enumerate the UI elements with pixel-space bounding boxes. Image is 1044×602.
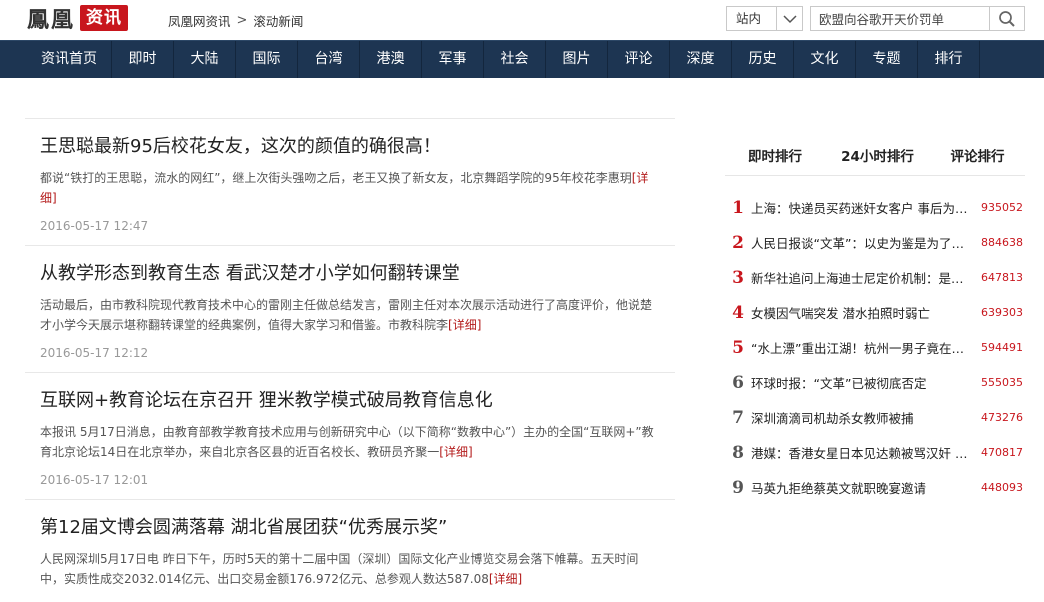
news-title[interactable]: 互联网+教育论坛在京召开 狸米教学模式破局教育信息化	[40, 387, 675, 417]
nav-item-pictures[interactable]: 图片	[546, 41, 608, 78]
ranking-item[interactable]: 9 马英九拒绝蔡英文就职晚宴邀请 448093	[725, 470, 1025, 505]
ranking-item[interactable]: 2 人民日报谈“文革”：以史为鉴是为了更好前进 884638	[725, 225, 1025, 260]
nav-item-international[interactable]: 国际	[236, 41, 298, 78]
rank-count: 594491	[981, 341, 1023, 354]
logo-brand: 鳳凰	[27, 7, 76, 33]
tab-comment-ranking[interactable]: 评论排行	[930, 138, 1025, 175]
ifeng-logo[interactable]: 鳳凰 资讯	[27, 4, 129, 33]
nav-item-taiwan[interactable]: 台湾	[298, 41, 360, 78]
search-scope-select[interactable]: 站内	[726, 6, 803, 31]
breadcrumb-separator: >	[236, 13, 248, 28]
search-button[interactable]	[989, 7, 1024, 30]
nav-item-depth[interactable]: 深度	[670, 41, 732, 78]
ranking-item[interactable]: 6 环球时报：“文革”已被彻底否定 555035	[725, 365, 1025, 400]
news-summary: 活动最后，由市教科院现代教育技术中心的雷刚主任做总结发言，雷刚主任对本次展示活动…	[40, 295, 660, 335]
news-title[interactable]: 第12届文博会圆满落幕 湖北省展团获“优秀展示奖”	[40, 514, 675, 544]
rank-count: 647813	[981, 271, 1023, 284]
rank-title[interactable]: 人民日报谈“文革”：以史为鉴是为了更好前进	[751, 233, 969, 252]
breadcrumb-current[interactable]: 滚动新闻	[253, 11, 303, 30]
rank-count: 884638	[981, 236, 1023, 249]
nav-item-society[interactable]: 社会	[484, 41, 546, 78]
rank-number: 6	[732, 372, 744, 393]
news-title[interactable]: 王思聪最新95后校花女友，这次的颜值的确很高！	[40, 133, 675, 163]
rank-title[interactable]: “水上漂”重出江湖！杭州一男子竟在水上行走	[751, 338, 969, 357]
rank-number: 3	[732, 267, 744, 288]
news-item: 从教学形态到教育生态 看武汉楚才小学如何翻转课堂 活动最后，由市教科院现代教育技…	[25, 245, 675, 372]
nav-item-mainland[interactable]: 大陆	[174, 41, 236, 78]
news-item: 王思聪最新95后校花女友，这次的颜值的确很高！ 都说“铁打的王思聪，流水的网红”…	[25, 118, 675, 245]
rank-title[interactable]: 环球时报：“文革”已被彻底否定	[751, 373, 969, 392]
news-detail-link[interactable]: [详细]	[489, 572, 522, 586]
news-detail-link[interactable]: [详细]	[439, 445, 472, 459]
rank-title[interactable]: 上海：快递员买药迷奸女客户 事后为抢劫挥刀	[751, 198, 969, 217]
nav-item-military[interactable]: 军事	[422, 41, 484, 78]
news-summary-text: 人民网深圳5月17日电 昨日下午，历时5天的第十二届中国（深圳）国际文化产业博览…	[40, 552, 639, 586]
tab-instant-ranking[interactable]: 即时排行	[725, 138, 825, 175]
tab-24h-ranking[interactable]: 24小时排行	[825, 138, 930, 175]
ranking-item[interactable]: 4 女模因气喘突发 潜水拍照时弱亡 639303	[725, 295, 1025, 330]
rank-count: 473276	[981, 411, 1023, 424]
nav-item-special[interactable]: 专题	[856, 41, 918, 78]
nav-item-culture[interactable]: 文化	[794, 41, 856, 78]
rank-number: 5	[732, 337, 744, 358]
rank-count: 448093	[981, 481, 1023, 494]
rank-count: 555035	[981, 376, 1023, 389]
breadcrumb-home-link[interactable]: 凤凰网资讯	[168, 11, 231, 30]
news-list: 王思聪最新95后校花女友，这次的颜值的确很高！ 都说“铁打的王思聪，流水的网红”…	[25, 118, 675, 602]
news-time: 2016-05-17 12:12	[40, 346, 149, 360]
rank-number: 7	[732, 407, 744, 428]
rank-count: 639303	[981, 306, 1023, 319]
rank-title[interactable]: 深圳滴滴司机劫杀女教师被捕	[751, 408, 969, 427]
rank-count: 935052	[981, 201, 1023, 214]
news-detail-link[interactable]: [详细]	[448, 318, 481, 332]
ranking-item[interactable]: 8 港媒：香港女星日本见达赖被骂汉奸 网友怒斥 470817	[725, 435, 1025, 470]
nav-item-home[interactable]: 资讯首页	[27, 41, 112, 78]
ranking-item[interactable]: 7 深圳滴滴司机劫杀女教师被捕 473276	[725, 400, 1025, 435]
news-summary: 本报讯 5月17日消息，由教育部教学教育技术应用与创新研究中心（以下简称“数教中…	[40, 422, 660, 462]
rank-number: 9	[732, 477, 744, 498]
nav-item-hkmacao[interactable]: 港澳	[360, 41, 422, 78]
search-input[interactable]	[811, 7, 989, 30]
top-header: 鳳凰 资讯 凤凰网资讯 > 滚动新闻 站内	[0, 0, 1044, 40]
logo-section: 资讯	[80, 5, 129, 31]
news-summary: 都说“铁打的王思聪，流水的网红”，继上次街头强吻之后，老王又换了新女友，北京舞蹈…	[40, 168, 660, 208]
nav-item-instant[interactable]: 即时	[112, 41, 174, 78]
main-nav: 资讯首页 即时 大陆 国际 台湾 港澳 军事 社会 图片 评论 深度 历史 文化…	[0, 40, 1044, 78]
rank-title[interactable]: 马英九拒绝蔡英文就职晚宴邀请	[751, 478, 969, 497]
search-scope-value: 站内	[736, 11, 762, 26]
search-icon	[999, 10, 1015, 27]
news-time: 2016-05-17 12:01	[40, 473, 149, 487]
news-time: 2016-05-17 12:47	[40, 219, 149, 233]
rank-title[interactable]: 女模因气喘突发 潜水拍照时弱亡	[751, 303, 969, 322]
news-summary-text: 本报讯 5月17日消息，由教育部教学教育技术应用与创新研究中心（以下简称“数教中…	[40, 425, 654, 459]
ranking-panel: 即时排行 24小时排行 评论排行 1 上海：快递员买药迷奸女客户 事后为抢劫挥刀 9…	[725, 138, 1025, 505]
nav-item-comment[interactable]: 评论	[608, 41, 670, 78]
nav-item-ranking[interactable]: 排行	[918, 41, 980, 78]
rank-number: 2	[732, 232, 744, 253]
rank-title[interactable]: 新华社追问上海迪士尼定价机制：是否合理	[751, 268, 969, 287]
ranking-item[interactable]: 1 上海：快递员买药迷奸女客户 事后为抢劫挥刀 935052	[725, 190, 1025, 225]
news-summary-text: 都说“铁打的王思聪，流水的网红”，继上次街头强吻之后，老王又换了新女友，北京舞蹈…	[40, 171, 632, 185]
search-box	[810, 6, 1025, 31]
rank-number: 4	[732, 302, 744, 323]
rank-count: 470817	[981, 446, 1023, 459]
news-item: 第12届文博会圆满落幕 湖北省展团获“优秀展示奖” 人民网深圳5月17日电 昨日…	[25, 499, 675, 602]
ranking-item[interactable]: 5 “水上漂”重出江湖！杭州一男子竟在水上行走 594491	[725, 330, 1025, 365]
chevron-down-icon[interactable]	[776, 7, 802, 30]
news-title[interactable]: 从教学形态到教育生态 看武汉楚才小学如何翻转课堂	[40, 260, 675, 290]
news-item: 互联网+教育论坛在京召开 狸米教学模式破局教育信息化 本报讯 5月17日消息，由…	[25, 372, 675, 499]
ranking-list: 1 上海：快递员买药迷奸女客户 事后为抢劫挥刀 935052 2 人民日报谈“文革”：…	[725, 190, 1025, 505]
ranking-tabs: 即时排行 24小时排行 评论排行	[725, 138, 1025, 176]
news-summary-text: 活动最后，由市教科院现代教育技术中心的雷刚主任做总结发言，雷刚主任对本次展示活动…	[40, 298, 653, 332]
ranking-item[interactable]: 3 新华社追问上海迪士尼定价机制：是否合理 647813	[725, 260, 1025, 295]
rank-title[interactable]: 港媒：香港女星日本见达赖被骂汉奸 网友怒斥	[751, 443, 969, 462]
breadcrumb: 凤凰网资讯 > 滚动新闻	[168, 11, 303, 30]
nav-item-history[interactable]: 历史	[732, 41, 794, 78]
rank-number: 8	[732, 442, 744, 463]
news-summary: 人民网深圳5月17日电 昨日下午，历时5天的第十二届中国（深圳）国际文化产业博览…	[40, 549, 660, 589]
rank-number: 1	[732, 197, 744, 218]
